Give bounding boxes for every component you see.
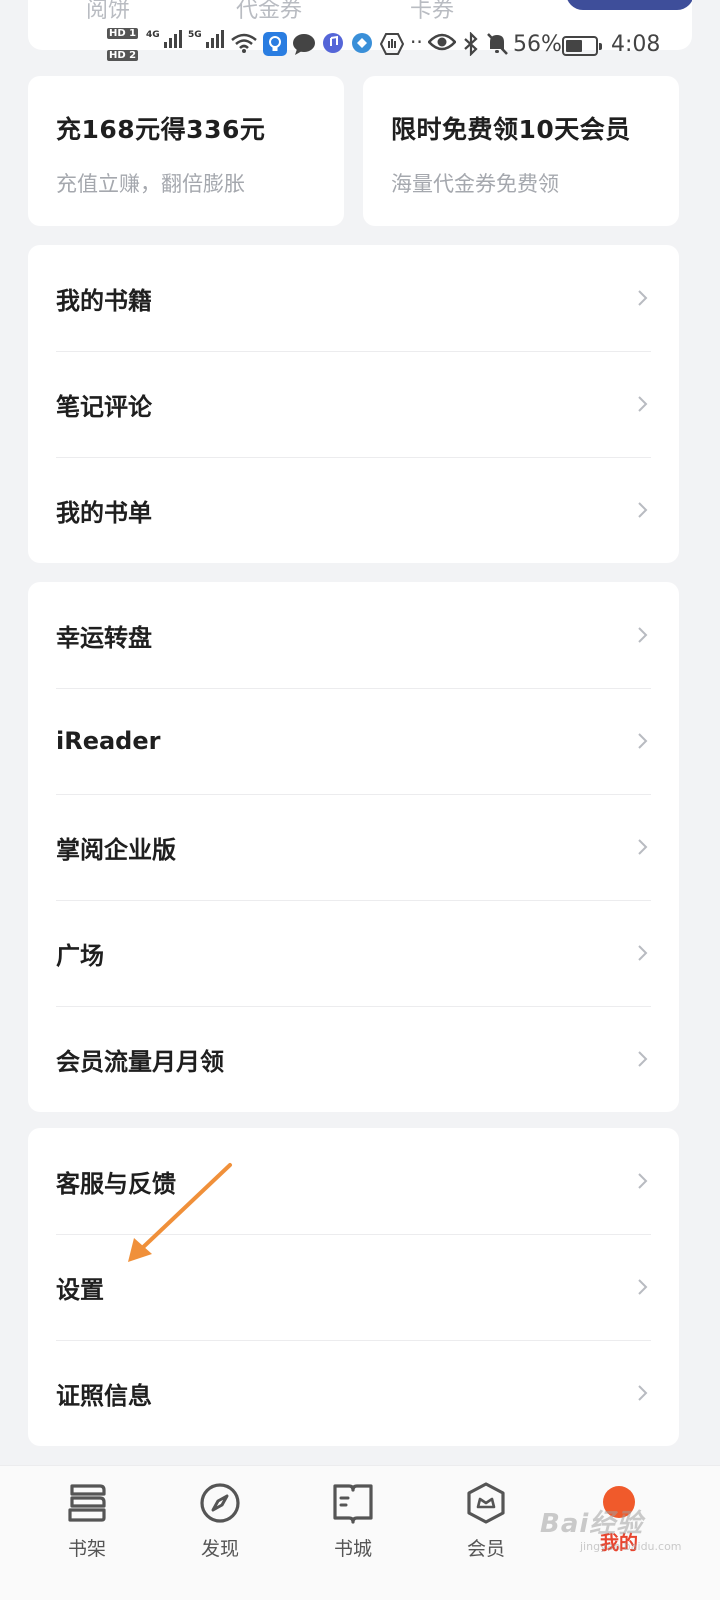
app-notification-icon <box>352 33 372 53</box>
chevron-right-icon <box>638 627 648 643</box>
bulb-app-icon <box>263 32 287 56</box>
wifi-icon <box>231 33 257 53</box>
chevron-right-icon <box>638 396 648 412</box>
battery-icon <box>562 36 602 56</box>
nav-membership[interactable]: 会员 <box>431 1480 541 1561</box>
hd-indicator-1: HD 1 <box>107 28 139 39</box>
menu-group-features: 幸运转盘 iReader 掌阅企业版 广场 会员流量月月领 <box>28 582 679 1112</box>
more-dots-icon: ·· <box>410 30 423 54</box>
menu-item-label: 设置 <box>56 1275 104 1304</box>
promo-card-membership[interactable]: 限时免费领10天会员 海量代金券免费领 <box>363 76 679 226</box>
annotation-arrow <box>128 1163 232 1262</box>
member-icon <box>467 1482 505 1524</box>
recharge-button[interactable] <box>566 0 692 10</box>
menu-item-label: 笔记评论 <box>56 392 152 421</box>
nav-label: 发现 <box>200 1538 239 1560</box>
nav-label: 书城 <box>333 1538 372 1560</box>
compass-icon <box>200 1483 240 1523</box>
promo-card-recharge[interactable]: 充168元得336元 充值立赚，翻倍膨胀 <box>28 76 344 226</box>
promo-subtitle: 海量代金券免费领 <box>391 172 559 196</box>
nav-discover[interactable]: 发现 <box>165 1480 275 1561</box>
menu-item-label: 广场 <box>56 941 104 970</box>
menu-item-label: 我的书籍 <box>56 286 152 315</box>
status-bar: HD 1 HD 2 4G 5G ·· 56% 4:08 <box>0 22 720 70</box>
signal-icon-2: 5G <box>188 30 224 48</box>
mute-bell-icon <box>487 33 508 55</box>
chevron-right-icon <box>638 1279 648 1295</box>
tab-yuebing[interactable]: 阅饼 <box>86 0 130 24</box>
hd-indicator-2: HD 2 <box>107 50 139 61</box>
chevron-right-icon <box>638 839 648 855</box>
menu-item-member-data[interactable]: 会员流量月月领 <box>28 1006 679 1112</box>
chevron-right-icon <box>638 1385 648 1401</box>
menu-item-label: 证照信息 <box>56 1381 152 1410</box>
book-store-icon <box>333 1484 373 1524</box>
profile-page: 阅饼 代金券 卡券 HD 1 HD 2 4G 5G ·· 56% 4:08 充1… <box>0 0 720 1600</box>
eye-icon <box>428 33 456 51</box>
nav-label: 书架 <box>67 1538 106 1560</box>
chevron-right-icon <box>638 290 648 306</box>
tab-voucher[interactable]: 代金券 <box>236 0 302 24</box>
promo-subtitle: 充值立赚，翻倍膨胀 <box>56 172 245 196</box>
menu-item-label: 幸运转盘 <box>56 623 152 652</box>
promo-title: 限时免费领10天会员 <box>391 115 631 144</box>
menu-item-my-books[interactable]: 我的书籍 <box>28 245 679 351</box>
chevron-right-icon <box>638 1173 648 1189</box>
bluetooth-icon <box>464 32 478 56</box>
chevron-right-icon <box>638 945 648 961</box>
menu-item-my-booklists[interactable]: 我的书单 <box>28 457 679 563</box>
bookshelf-icon <box>68 1484 106 1522</box>
menu-item-licenses[interactable]: 证照信息 <box>28 1340 679 1446</box>
menu-item-label: 会员流量月月领 <box>56 1047 224 1076</box>
menu-item-lucky-wheel[interactable]: 幸运转盘 <box>28 582 679 688</box>
watermark: Bai经验 jingyan.baidu.com <box>540 1509 682 1553</box>
battery-percent: 56% <box>513 32 562 57</box>
nav-bookshelf[interactable]: 书架 <box>32 1480 142 1561</box>
menu-item-label: iReader <box>56 727 161 755</box>
chevron-right-icon <box>638 733 648 749</box>
tab-coupon[interactable]: 卡券 <box>410 0 454 24</box>
menu-group-library: 我的书籍 笔记评论 我的书单 <box>28 245 679 563</box>
signal-icon-1: 4G <box>146 30 182 48</box>
hand-icon <box>380 33 404 55</box>
menu-item-enterprise[interactable]: 掌阅企业版 <box>28 794 679 900</box>
music-app-icon <box>323 33 343 53</box>
menu-item-plaza[interactable]: 广场 <box>28 900 679 1006</box>
menu-item-ireader[interactable]: iReader <box>28 688 679 794</box>
menu-item-label: 掌阅企业版 <box>56 835 176 864</box>
promo-title: 充168元得336元 <box>56 115 266 144</box>
chevron-right-icon <box>638 1051 648 1067</box>
clock: 4:08 <box>611 32 661 57</box>
chat-icon <box>293 34 315 55</box>
nav-bookstore[interactable]: 书城 <box>298 1480 408 1561</box>
chevron-right-icon <box>638 502 648 518</box>
menu-item-label: 我的书单 <box>56 498 152 527</box>
nav-label: 会员 <box>466 1538 505 1560</box>
menu-item-notes-comments[interactable]: 笔记评论 <box>28 351 679 457</box>
